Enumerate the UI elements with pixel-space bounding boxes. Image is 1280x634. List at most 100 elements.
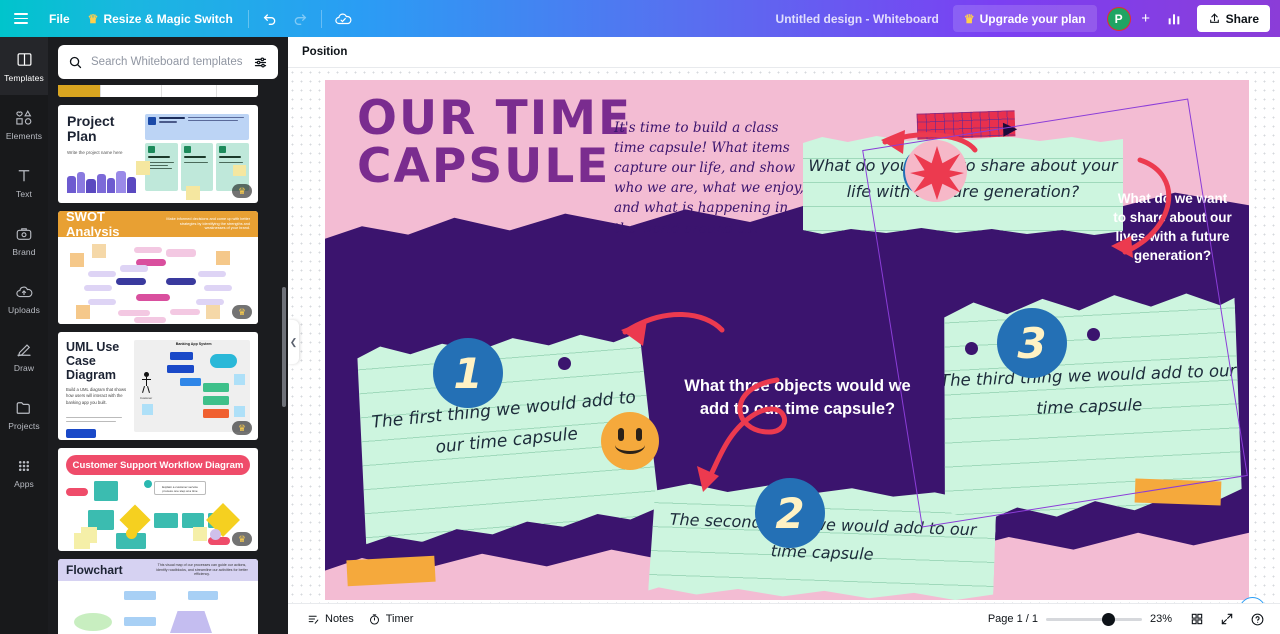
elements-icon (14, 108, 34, 128)
template-title: SWOT Analysis (66, 211, 120, 239)
panel-scrollbar[interactable] (282, 287, 286, 407)
page-indicator: Page 1 / 1 (987, 613, 1038, 625)
orange-tape-right[interactable] (1134, 478, 1222, 506)
left-rail: Templates Elements Text Brand Uploads Dr… (0, 37, 48, 634)
template-subtitle: Build a UML diagram that shows how users… (66, 387, 127, 405)
apps-icon (14, 456, 34, 476)
grid-view-icon[interactable] (1186, 608, 1208, 630)
templates-icon (14, 50, 34, 70)
crown-icon-upgrade: ♛ (963, 11, 975, 26)
number-badge-1[interactable]: 1 (433, 338, 503, 408)
canvas-scroll-area[interactable]: OUR TIME CAPSULE It's time to build a cla… (288, 68, 1280, 634)
sidebar-label: Uploads (8, 304, 40, 315)
divider (247, 9, 249, 28)
sidebar-item-uploads[interactable]: Uploads (0, 269, 48, 327)
list-item[interactable]: Flowchart This visual map of our process… (58, 559, 258, 634)
template-title: UML Use Case Diagram (66, 340, 120, 382)
share-button[interactable]: Share (1196, 5, 1270, 32)
number-badge-3[interactable]: 3 (997, 308, 1067, 378)
timer-button[interactable]: Timer (361, 607, 421, 631)
premium-crown-icon: ♛ (232, 532, 252, 546)
top-toolbar: File ♛ Resize & Magic Switch Untitled de… (0, 0, 1280, 37)
sidebar-item-projects[interactable]: Projects (0, 385, 48, 443)
premium-crown-icon: ♛ (232, 184, 252, 198)
sidebar-item-apps[interactable]: Apps (0, 443, 48, 501)
search-area (48, 37, 288, 85)
note-item-2[interactable]: The second thing we would add to our tim… (648, 479, 997, 600)
share-label: Share (1225, 11, 1259, 26)
divider-2 (320, 9, 322, 28)
hamburger-icon[interactable] (8, 6, 34, 32)
bottom-toolbar: Notes Timer Page 1 / 1 23% (288, 603, 1280, 634)
question-share-text[interactable]: What do we want to share about our lives… (1110, 190, 1235, 266)
upgrade-plan-button[interactable]: ♛ Upgrade your plan (952, 5, 1097, 32)
collapse-panel-button[interactable]: ❮ (288, 320, 299, 364)
undo-icon[interactable] (255, 5, 285, 33)
resize-magic-switch-button[interactable]: ♛ Resize & Magic Switch (79, 5, 242, 33)
list-item[interactable]: SWOT Analysis Make informed decisions an… (58, 211, 258, 324)
timer-label: Timer (385, 613, 414, 625)
brand-icon (14, 224, 34, 244)
crown-icon: ♛ (87, 11, 99, 26)
redo-icon[interactable] (285, 5, 315, 33)
template-subtitle: This visual map of our processes can gui… (156, 562, 248, 577)
sidebar-item-templates[interactable]: Templates (0, 37, 48, 95)
search-input[interactable] (91, 56, 245, 68)
punch-hole (558, 357, 571, 370)
upgrade-label: Upgrade your plan (979, 11, 1086, 26)
list-item[interactable]: Project Plan Write the project name here (58, 105, 258, 203)
insights-icon[interactable] (1159, 5, 1189, 33)
position-button[interactable]: Position (302, 46, 347, 58)
filter-sliders-icon (254, 57, 267, 67)
fullscreen-icon[interactable] (1216, 608, 1238, 630)
avatar[interactable]: P (1106, 6, 1131, 31)
projects-icon (14, 398, 34, 418)
template-list[interactable]: Project Plan Write the project name here (48, 85, 288, 634)
add-collaborator-button[interactable]: + (1135, 8, 1157, 30)
sidebar-item-brand[interactable]: Brand (0, 211, 48, 269)
help-icon[interactable] (1246, 608, 1268, 630)
list-item[interactable]: Customer Support Workflow Diagram Explai… (58, 448, 258, 551)
sidebar-label: Text (16, 188, 32, 199)
premium-crown-icon: ♛ (232, 305, 252, 319)
sidebar-item-text[interactable]: Text (0, 153, 48, 211)
question-objects-text[interactable]: What three objects would we add to our t… (680, 375, 915, 421)
search-box[interactable] (58, 45, 278, 79)
text-icon (14, 166, 34, 186)
context-toolbar: Position (288, 37, 1280, 68)
sidebar-label: Draw (13, 362, 35, 373)
notes-icon (308, 615, 319, 624)
page-title: OUR TIME CAPSULE (357, 91, 633, 194)
template-title: Project Plan (67, 113, 115, 145)
red-tape-decoration[interactable] (916, 110, 1016, 140)
smiley-face-sticker[interactable] (601, 412, 659, 470)
list-item[interactable] (58, 85, 258, 97)
document-title[interactable]: Untitled design - Whiteboard (776, 12, 939, 26)
number-badge-2[interactable]: 2 (755, 478, 825, 548)
uploads-icon (14, 282, 34, 302)
design-page[interactable]: OUR TIME CAPSULE It's time to build a cla… (325, 80, 1249, 600)
share-upload-icon (1209, 13, 1219, 23)
intro-paragraph[interactable]: It's time to build a class time capsule!… (614, 118, 804, 239)
orange-tape-left[interactable] (346, 555, 436, 587)
list-item[interactable]: UML Use Case Diagram Build a UML diagram… (58, 332, 258, 440)
resize-label: Resize & Magic Switch (103, 11, 233, 26)
file-menu-button[interactable]: File (40, 5, 79, 33)
zoom-value[interactable]: 23% (1150, 613, 1178, 625)
template-title: Flowchart (66, 563, 123, 577)
sidebar-label: Apps (14, 478, 34, 489)
draw-icon (14, 340, 34, 360)
template-subtitle: Write the project name here (67, 149, 123, 155)
cloud-saved-icon[interactable] (328, 5, 358, 33)
zoom-slider[interactable] (1046, 612, 1142, 626)
notes-button[interactable]: Notes (300, 607, 361, 631)
template-title: Customer Support Workflow Diagram (72, 459, 244, 471)
sidebar-item-elements[interactable]: Elements (0, 95, 48, 153)
template-subtitle: Make informed decisions and come up with… (166, 216, 250, 231)
sidebar-label: Elements (5, 130, 43, 141)
notes-label: Notes (325, 613, 354, 625)
templates-panel: Project Plan Write the project name here (48, 37, 288, 634)
punch-hole (965, 342, 978, 355)
timer-icon (369, 613, 379, 625)
sidebar-item-draw[interactable]: Draw (0, 327, 48, 385)
